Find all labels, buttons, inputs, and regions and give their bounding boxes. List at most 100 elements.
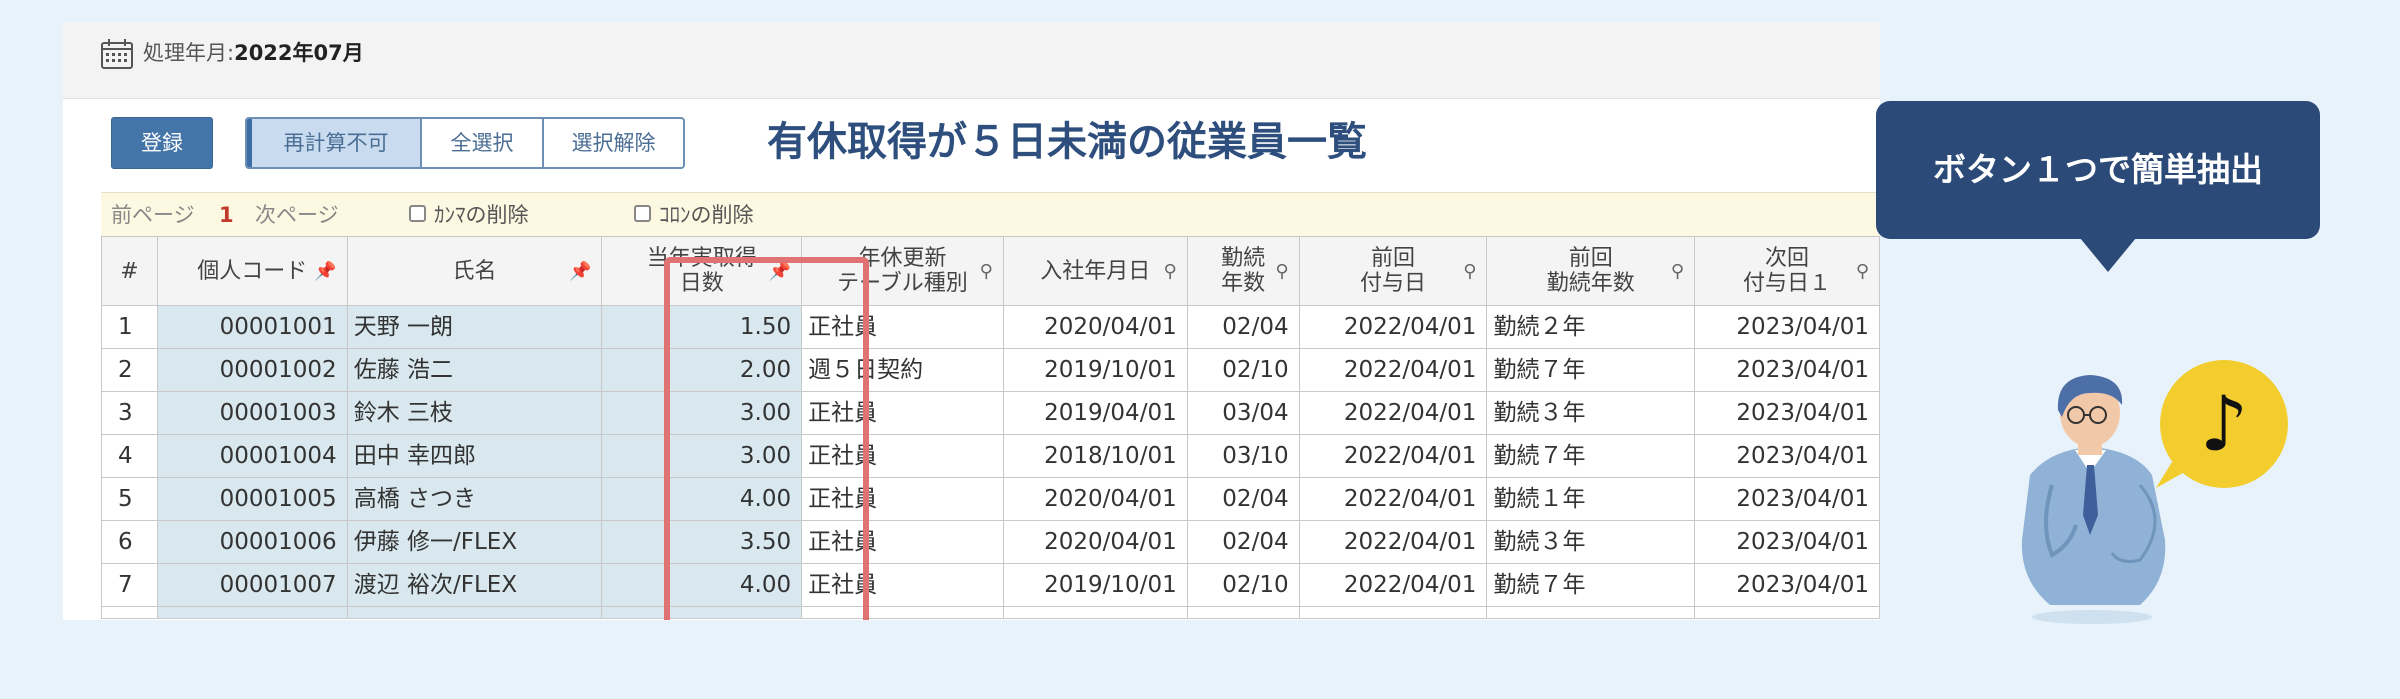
pin-icon[interactable]: 📌 xyxy=(314,259,336,284)
col-header-last-grant[interactable]: 前回 付与日 ⚲ xyxy=(1298,236,1488,306)
cell-name: 高橋 さつき xyxy=(346,477,603,521)
col-header-days[interactable]: 当年実取得 日数 📌 xyxy=(601,236,803,306)
col-header-code-label: 個人コード xyxy=(197,258,308,284)
callout-bubble: ボタン１つで簡単抽出 xyxy=(1876,101,2320,239)
col-header-last-tenure-label-1: 前回 xyxy=(1568,246,1613,271)
table-row[interactable]: 3 00001003 鈴木 三枝 3.00 正社員 2019/04/01 03/… xyxy=(101,391,1880,435)
cell-code: 00001006 xyxy=(156,520,348,564)
pin-outline-icon[interactable]: ⚲ xyxy=(980,259,993,284)
recalc-disabled-button[interactable]: 再計算不可 xyxy=(247,119,420,167)
col-header-days-label-1: 当年実取得 xyxy=(646,246,757,271)
calendar-icon xyxy=(100,38,134,74)
cell-table-type: 正社員 xyxy=(801,391,1004,435)
cell-tenure: 02/04 xyxy=(1186,305,1300,349)
pager-bar: 前ページ 1 次ページ ｶﾝﾏの削除 ｺﾛﾝの削除 xyxy=(101,192,1880,237)
cell-next-grant: 2023/04/01 xyxy=(1694,391,1880,435)
cell-code: 00001002 xyxy=(156,348,348,392)
col-header-last-tenure-label-2: 勤続年数 xyxy=(1546,271,1635,296)
cell-days: 4.00 xyxy=(601,563,803,607)
pin-outline-icon[interactable]: ⚲ xyxy=(1164,259,1177,284)
table-row[interactable]: 6 00001006 伊藤 修一/FLEX 3.50 正社員 2020/04/0… xyxy=(101,520,1880,564)
cell-empty xyxy=(1186,606,1300,619)
cell-last-grant: 2022/04/01 xyxy=(1298,305,1488,349)
music-note-icon: ♪ xyxy=(2156,360,2288,488)
remove-comma-checkbox[interactable] xyxy=(409,205,426,222)
deselect-button[interactable]: 選択解除 xyxy=(542,119,683,167)
cell-days: 1.50 xyxy=(601,305,803,349)
table-row[interactable]: 1 00001001 天野 一朗 1.50 正社員 2020/04/01 02/… xyxy=(101,305,1880,349)
cell-hire-date: 2020/04/01 xyxy=(1002,520,1188,564)
register-button[interactable]: 登録 xyxy=(111,117,213,169)
cell-last-tenure: 勤続１年 xyxy=(1486,477,1696,521)
attendance-app-window: 処理年月:2022年07月 登録 再計算不可 全選択 選択解除 有休取得が５日未… xyxy=(63,22,1880,620)
cell-tenure: 02/04 xyxy=(1186,520,1300,564)
table-row[interactable]: 4 00001004 田中 幸四郎 3.00 正社員 2018/10/01 03… xyxy=(101,434,1880,478)
cell-hire-date: 2020/04/01 xyxy=(1002,477,1188,521)
current-page-number: 1 xyxy=(219,203,234,227)
table-row[interactable]: 2 00001002 佐藤 浩二 2.00 週５日契約 2019/10/01 0… xyxy=(101,348,1880,392)
prev-page-link[interactable]: 前ページ xyxy=(111,202,195,228)
cell-hire-date: 2019/10/01 xyxy=(1002,563,1188,607)
pin-icon[interactable]: 📌 xyxy=(569,259,591,284)
remove-colon-label[interactable]: ｺﾛﾝの削除 xyxy=(659,202,754,228)
cell-empty xyxy=(1002,606,1188,619)
cell-index: 4 xyxy=(101,434,158,478)
cell-last-grant: 2022/04/01 xyxy=(1298,434,1488,478)
cell-table-type: 週５日契約 xyxy=(801,348,1004,392)
period-label: 処理年月: xyxy=(143,41,235,65)
cell-code: 00001005 xyxy=(156,477,348,521)
remove-colon-checkbox[interactable] xyxy=(634,205,651,222)
col-header-next-grant[interactable]: 次回 付与日１ ⚲ xyxy=(1694,236,1880,306)
table-row[interactable]: 5 00001005 高橋 さつき 4.00 正社員 2020/04/01 02… xyxy=(101,477,1880,521)
cell-last-grant: 2022/04/01 xyxy=(1298,477,1488,521)
col-header-last-grant-label-2: 付与日 xyxy=(1360,271,1427,296)
remove-comma-label[interactable]: ｶﾝﾏの削除 xyxy=(434,202,529,228)
col-header-last-tenure[interactable]: 前回 勤続年数 ⚲ xyxy=(1486,236,1696,306)
selection-button-group: 再計算不可 全選択 選択解除 xyxy=(245,117,685,169)
cell-next-grant: 2023/04/01 xyxy=(1694,563,1880,607)
pin-outline-icon[interactable]: ⚲ xyxy=(1856,259,1869,284)
cell-empty xyxy=(601,606,803,619)
cell-index: 1 xyxy=(101,305,158,349)
cell-index: 6 xyxy=(101,520,158,564)
col-header-name[interactable]: 氏名 📌 xyxy=(346,236,603,306)
cell-days: 3.00 xyxy=(601,391,803,435)
table-header-row: # 個人コード 📌 氏名 📌 当年実取得 日数 📌 年休更新 テーブル種別 ⚲ 入社年月日 ⚲… xyxy=(101,236,1880,306)
cell-last-grant: 2022/04/01 xyxy=(1298,348,1488,392)
pin-outline-icon[interactable]: ⚲ xyxy=(1671,259,1684,284)
cell-table-type: 正社員 xyxy=(801,563,1004,607)
col-header-code[interactable]: 個人コード 📌 xyxy=(156,236,348,306)
cell-code: 00001004 xyxy=(156,434,348,478)
cell-last-tenure: 勤続７年 xyxy=(1486,348,1696,392)
list-headline: 有休取得が５日未満の従業員一覧 xyxy=(767,119,1367,165)
col-header-index: # xyxy=(101,236,158,306)
cell-index: 2 xyxy=(101,348,158,392)
cell-next-grant: 2023/04/01 xyxy=(1694,348,1880,392)
cell-days: 3.50 xyxy=(601,520,803,564)
cell-name: 佐藤 浩二 xyxy=(346,348,603,392)
col-header-next-grant-label-2: 付与日１ xyxy=(1743,271,1832,296)
processing-period: 処理年月:2022年07月 xyxy=(143,40,364,66)
cell-code: 00001003 xyxy=(156,391,348,435)
cell-hire-date: 2019/04/01 xyxy=(1002,391,1188,435)
pin-icon[interactable]: 📌 xyxy=(769,259,791,284)
cell-table-type: 正社員 xyxy=(801,434,1004,478)
col-header-name-label: 氏名 xyxy=(452,258,497,284)
cell-name: 鈴木 三枝 xyxy=(346,391,603,435)
col-header-table-type[interactable]: 年休更新 テーブル種別 ⚲ xyxy=(801,236,1004,306)
cell-last-tenure: 勤続７年 xyxy=(1486,434,1696,478)
pin-outline-icon[interactable]: ⚲ xyxy=(1275,259,1288,284)
cell-index: 5 xyxy=(101,477,158,521)
select-all-button[interactable]: 全選択 xyxy=(420,119,542,167)
col-header-hire-date-label: 入社年月日 xyxy=(1040,258,1151,284)
pin-outline-icon[interactable]: ⚲ xyxy=(1463,259,1476,284)
cell-last-tenure: 勤続７年 xyxy=(1486,563,1696,607)
next-page-link[interactable]: 次ページ xyxy=(255,202,339,228)
col-header-tenure-label-2: 年数 xyxy=(1221,271,1266,296)
col-header-tenure[interactable]: 勤続 年数 ⚲ xyxy=(1186,236,1300,306)
cell-name: 伊藤 修一/FLEX xyxy=(346,520,603,564)
col-header-next-grant-label-1: 次回 xyxy=(1765,246,1810,271)
col-header-hire-date[interactable]: 入社年月日 ⚲ xyxy=(1002,236,1188,306)
table-row[interactable]: 7 00001007 渡辺 裕次/FLEX 4.00 正社員 2019/10/0… xyxy=(101,563,1880,607)
cell-next-grant: 2023/04/01 xyxy=(1694,520,1880,564)
